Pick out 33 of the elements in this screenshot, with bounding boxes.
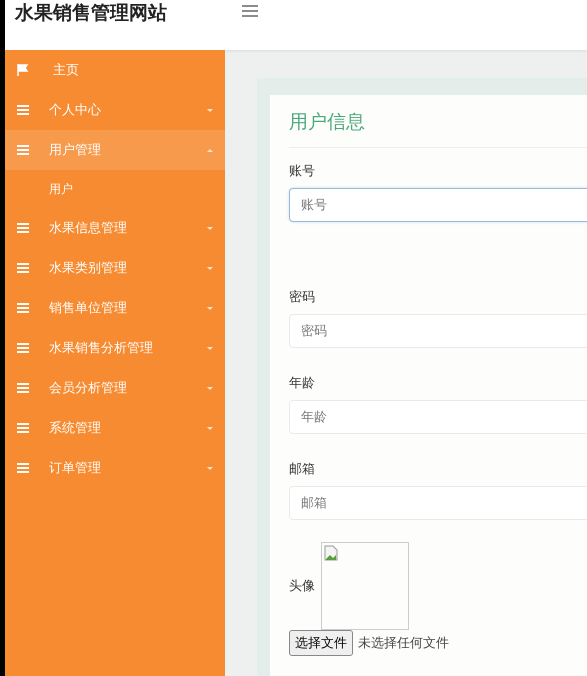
list-icon bbox=[17, 343, 29, 353]
list-icon bbox=[17, 105, 29, 115]
menu-item[interactable]: 水果类别管理 bbox=[5, 248, 225, 288]
input-field[interactable]: 账号 bbox=[289, 188, 587, 222]
submenu-item[interactable]: 用户 bbox=[5, 170, 225, 208]
list-icon bbox=[17, 423, 29, 433]
field-label: 账号 bbox=[289, 163, 316, 180]
menu-item[interactable]: 个人中心 bbox=[5, 90, 225, 130]
file-status: 未选择任何文件 bbox=[358, 635, 449, 652]
site-title: 水果销售管理网站 bbox=[14, 1, 168, 26]
field-label: 头像 bbox=[289, 578, 315, 595]
flag-icon bbox=[17, 64, 29, 76]
menu-icon[interactable] bbox=[242, 5, 258, 17]
list-icon bbox=[17, 383, 29, 393]
field-label: 密码 bbox=[289, 289, 316, 306]
form-title: 用户信息 bbox=[289, 109, 587, 148]
field-label: 年龄 bbox=[289, 375, 316, 392]
list-icon bbox=[17, 463, 29, 473]
list-icon bbox=[17, 303, 29, 313]
menu-item[interactable]: 销售单位管理 bbox=[5, 288, 225, 328]
menu-item[interactable]: 系统管理 bbox=[5, 408, 225, 448]
menu-item[interactable]: 用户管理 bbox=[5, 130, 225, 170]
menu-item[interactable]: 会员分析管理 bbox=[5, 368, 225, 408]
broken-image-icon bbox=[324, 545, 338, 561]
field-label: 邮箱 bbox=[289, 461, 316, 478]
menu-item[interactable]: 主页 bbox=[5, 50, 225, 90]
choose-file-button[interactable]: 选择文件 bbox=[289, 630, 353, 656]
list-icon bbox=[17, 223, 29, 233]
list-icon bbox=[17, 145, 29, 155]
menu-item[interactable]: 水果信息管理 bbox=[5, 208, 225, 248]
list-icon bbox=[17, 263, 29, 273]
menu-item[interactable]: 订单管理 bbox=[5, 448, 225, 488]
menu-item[interactable]: 水果销售分析管理 bbox=[5, 328, 225, 368]
